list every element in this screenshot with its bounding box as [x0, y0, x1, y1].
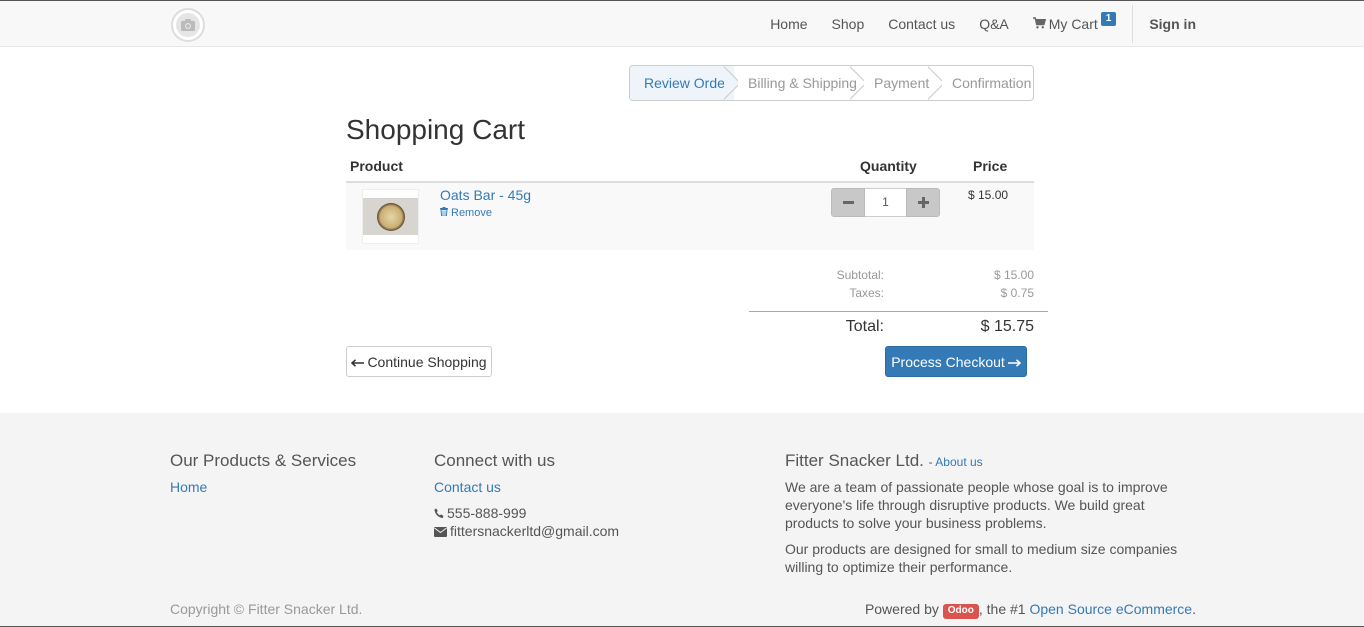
footer-products-title: Our Products & Services	[170, 451, 357, 470]
top-navbar: Home Shop Contact us Q&A My Cart 1 Sign …	[0, 0, 1364, 47]
cart-count-badge: 1	[1100, 12, 1117, 26]
checkout-progress-wizard: Review Order Billing & Shipping Payment …	[629, 65, 1034, 101]
camera-icon	[176, 13, 200, 37]
powered-by: Powered by Odoo, the #1 Open Source eCom…	[865, 600, 1196, 619]
nav-my-cart[interactable]: My Cart 1	[1021, 1, 1129, 47]
shopping-cart-icon	[1032, 1, 1046, 47]
wizard-step-label: Payment	[874, 75, 930, 91]
plus-icon	[917, 197, 929, 208]
taxes-value: $ 0.75	[1000, 286, 1034, 300]
wizard-step-payment: Payment	[860, 66, 938, 100]
increase-quantity-button[interactable]	[906, 188, 940, 217]
nav-shop[interactable]: Shop	[820, 1, 877, 47]
wizard-step-review-order[interactable]: Review Order	[630, 66, 734, 100]
copyright: Copyright © Fitter Snacker Ltd.	[170, 601, 363, 617]
logo[interactable]	[171, 8, 205, 42]
total-value: $ 15.75	[980, 318, 1034, 335]
column-header-price: Price	[973, 158, 1008, 174]
wizard-step-label: Billing & Shipping	[748, 75, 857, 91]
subtotal-value: $ 15.00	[993, 268, 1034, 282]
column-header-product: Product	[350, 158, 403, 174]
email-address[interactable]: fittersnackerltd@gmail.com	[450, 523, 619, 539]
continue-shopping-button[interactable]: Continue Shopping	[346, 346, 492, 377]
process-checkout-label: Process Checkout	[891, 353, 1005, 370]
wizard-step-label: Review Order	[644, 75, 730, 91]
decrease-quantity-button[interactable]	[831, 188, 865, 217]
item-price: $ 15.00	[968, 188, 1009, 202]
footer-home-link[interactable]: Home	[170, 479, 207, 495]
wizard-step-confirmation: Confirmation	[938, 66, 1033, 100]
remove-label: Remove	[451, 207, 492, 219]
nav-qa[interactable]: Q&A	[967, 1, 1021, 47]
odoo-logo[interactable]: Odoo	[942, 604, 979, 619]
sign-in-link[interactable]: Sign in	[1135, 1, 1196, 47]
minus-icon	[842, 201, 854, 204]
page-title: Shopping Cart	[346, 114, 526, 145]
footer-connect-title: Connect with us	[434, 451, 555, 470]
quantity-input[interactable]: 1	[865, 188, 906, 217]
total-label: Total:	[845, 318, 884, 335]
footer-company-title: Fitter Snacker Ltd. - About us	[785, 451, 983, 471]
trash-icon	[440, 207, 448, 219]
powered-prefix: Powered by	[864, 601, 943, 617]
wizard-step-label: Confirmation	[952, 75, 1032, 91]
product-name-link[interactable]: Oats Bar - 45g	[440, 187, 531, 203]
continue-shopping-label: Continue Shopping	[367, 353, 487, 370]
powered-middle: , the #1	[978, 601, 1030, 617]
process-checkout-button[interactable]: Process Checkout	[885, 346, 1027, 377]
footer: Our Products & Services Home Connect wit…	[0, 413, 1364, 627]
phone-number: 555-888-999	[447, 505, 527, 521]
nav-home[interactable]: Home	[758, 1, 819, 47]
company-description-2: Our products are designed for small to m…	[785, 541, 1178, 575]
taxes-label: Taxes:	[849, 286, 884, 300]
nav-divider	[1132, 5, 1134, 43]
powered-suffix: .	[1192, 601, 1196, 617]
envelope-icon	[434, 527, 447, 537]
about-us-link[interactable]: About us	[935, 455, 982, 469]
phone-icon	[434, 508, 444, 519]
footer-phone: 555-888-999	[434, 504, 526, 522]
nav-contact-us[interactable]: Contact us	[876, 1, 967, 47]
summary-divider	[749, 311, 1048, 312]
chevron-right-icon	[850, 66, 864, 100]
arrow-right-icon	[1007, 354, 1021, 370]
cart-label: My Cart	[1048, 16, 1098, 32]
remove-item-link[interactable]: Remove	[440, 207, 492, 219]
footer-email: fittersnackerltd@gmail.com	[434, 522, 619, 540]
company-description: We are a team of passionate people whose…	[785, 479, 1168, 531]
product-image[interactable]	[362, 189, 419, 244]
column-header-quantity: Quantity	[860, 158, 917, 174]
chevron-right-icon	[928, 66, 942, 100]
company-name: Fitter Snacker Ltd.	[785, 451, 924, 470]
subtotal-label: Subtotal:	[836, 268, 884, 282]
arrow-left-icon	[351, 354, 365, 370]
wizard-step-billing-shipping: Billing & Shipping	[734, 66, 860, 100]
nav-links: Home Shop Contact us Q&A My Cart 1 Sign …	[758, 1, 1196, 47]
chevron-right-icon	[724, 66, 738, 100]
quantity-stepper: 1	[831, 188, 940, 217]
open-source-ecommerce-link[interactable]: Open Source eCommerce	[1029, 601, 1192, 617]
footer-contact-link[interactable]: Contact us	[434, 479, 501, 495]
